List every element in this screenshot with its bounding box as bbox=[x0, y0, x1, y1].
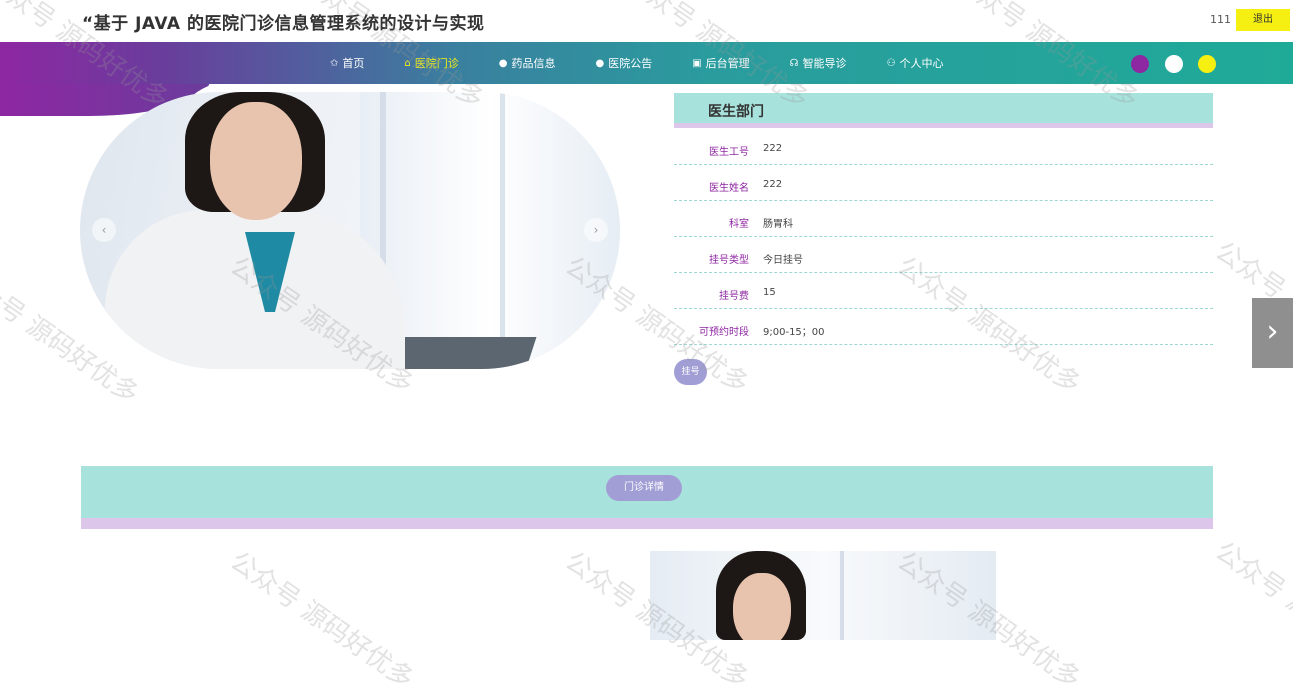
doctor-field-row: 可预约时段 9;00-15；00 bbox=[674, 309, 1213, 345]
clinic-detail-tab[interactable]: 门诊详情 bbox=[606, 475, 682, 501]
field-label: 医生工号 bbox=[709, 147, 749, 158]
doctor-field-row: 医生姓名 222 bbox=[674, 165, 1213, 201]
field-label: 挂号类型 bbox=[709, 255, 749, 266]
notice-icon: ● bbox=[595, 57, 605, 69]
nav-item-label: 个人中心 bbox=[899, 57, 944, 70]
site-title: “基于 JAVA 的医院门诊信息管理系统的设计与实现 bbox=[82, 14, 485, 34]
detail-section-underline bbox=[81, 518, 1213, 529]
carousel-prev-button[interactable]: ‹ bbox=[92, 218, 116, 242]
nav-item-home[interactable]: ✩ 首页 bbox=[330, 55, 364, 71]
nav-item-clinic[interactable]: ⌂ 医院门诊 bbox=[404, 55, 458, 71]
carousel-photo-window bbox=[500, 92, 505, 369]
info-icon: ● bbox=[498, 57, 508, 69]
field-label: 挂号费 bbox=[719, 291, 749, 302]
doctor-photo-face bbox=[210, 102, 302, 220]
nav-item-label: 智能导诊 bbox=[802, 57, 847, 70]
nav-item-label: 医院门诊 bbox=[414, 57, 459, 70]
logout-button[interactable]: 退出 bbox=[1236, 9, 1290, 31]
theme-purple-button[interactable] bbox=[1131, 55, 1149, 73]
field-value: 222 bbox=[763, 179, 783, 190]
watermark-text: 公众号 源码好优多 bbox=[224, 546, 419, 695]
watermark-text: 公众号 源码好优多 bbox=[1209, 536, 1293, 685]
nav-item-notice[interactable]: ● 医院公告 bbox=[595, 55, 652, 71]
nav-item-label: 药品信息 bbox=[511, 57, 556, 70]
detail-photo bbox=[650, 551, 996, 640]
field-value: 今日挂号 bbox=[763, 255, 803, 266]
nav-item-admin[interactable]: ▣ 后台管理 bbox=[692, 55, 749, 71]
nav-item-label: 后台管理 bbox=[705, 57, 750, 70]
field-value: 222 bbox=[763, 143, 783, 154]
detail-photo-window bbox=[840, 551, 844, 640]
admin-icon: ▣ bbox=[692, 57, 702, 69]
carousel-next-button[interactable]: › bbox=[584, 218, 608, 242]
nav-item-drugs[interactable]: ● 药品信息 bbox=[499, 55, 556, 71]
bag-icon: ⌂ bbox=[404, 57, 411, 69]
user-icon: ⚇ bbox=[886, 57, 896, 69]
detail-photo-face bbox=[733, 573, 791, 640]
doctor-field-row: 挂号类型 今日挂号 bbox=[674, 237, 1213, 273]
username-label[interactable]: 111 bbox=[1210, 13, 1231, 26]
doctor-field-row: 医生工号 222 bbox=[674, 129, 1213, 165]
doctor-panel-title: 医生部门 bbox=[708, 104, 764, 120]
nav-item-label: 医院公告 bbox=[608, 57, 653, 70]
doctor-panel-header-underline bbox=[674, 123, 1213, 128]
nav-menu: ✩ 首页 ⌂ 医院门诊 ● 药品信息 ● 医院公告 ▣ 后台管理 ☊ 智能导诊 ⚇ 个人中心 bbox=[330, 42, 984, 84]
doctor-field-row: 挂号费 15 bbox=[674, 273, 1213, 309]
image-carousel[interactable] bbox=[80, 92, 620, 369]
field-label: 科室 bbox=[729, 219, 749, 230]
nav-item-guide[interactable]: ☊ 智能导诊 bbox=[790, 55, 847, 71]
headset-icon: ☊ bbox=[789, 57, 799, 69]
nav-item-label: 首页 bbox=[342, 57, 365, 70]
doctor-field-row: 科室 肠胃科 bbox=[674, 201, 1213, 237]
field-value: 肠胃科 bbox=[763, 219, 793, 230]
theme-white-button[interactable] bbox=[1165, 55, 1183, 73]
star-icon: ✩ bbox=[330, 57, 339, 69]
field-value: 9;00-15；00 bbox=[763, 327, 825, 338]
top-header: “基于 JAVA 的医院门诊信息管理系统的设计与实现 111 退出 bbox=[0, 0, 1293, 42]
side-next-button[interactable]: › bbox=[1252, 298, 1293, 368]
field-value: 15 bbox=[763, 287, 776, 298]
nav-item-profile[interactable]: ⚇ 个人中心 bbox=[887, 55, 944, 71]
field-label: 可预约时段 bbox=[699, 327, 749, 338]
theme-yellow-button[interactable] bbox=[1198, 55, 1216, 73]
register-button[interactable]: 挂号 bbox=[674, 359, 707, 385]
field-label: 医生姓名 bbox=[709, 183, 749, 194]
